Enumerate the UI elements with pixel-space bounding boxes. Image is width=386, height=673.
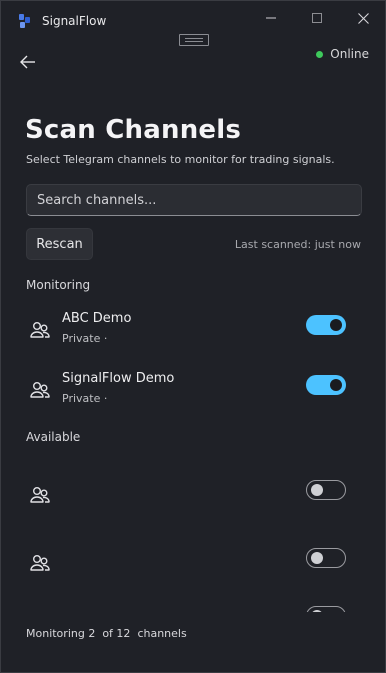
group-icon	[29, 379, 51, 401]
channel-row[interactable]	[26, 476, 362, 520]
summary-count: 2	[88, 627, 96, 640]
channel-name: SignalFlow Demo	[62, 371, 175, 386]
title-bar[interactable]: SignalFlow	[1, 1, 385, 37]
app-logo-icon	[18, 13, 32, 29]
last-scanned-text: Last scanned: just now	[234, 238, 361, 251]
group-icon	[29, 552, 51, 574]
monitor-toggle[interactable]	[306, 375, 346, 395]
section-label-monitoring: Monitoring	[26, 278, 91, 292]
channel-row[interactable]	[26, 602, 362, 612]
back-button[interactable]	[15, 49, 41, 75]
toggle-knob	[311, 552, 323, 564]
summary-total: of 12	[102, 627, 131, 640]
close-button[interactable]	[343, 5, 383, 31]
close-icon	[357, 12, 369, 24]
section-label-available: Available	[26, 430, 81, 444]
toggle-knob	[311, 484, 323, 496]
toggle-knob	[330, 379, 342, 391]
channel-row[interactable]: SignalFlow Demo Private ·	[26, 371, 362, 415]
monitoring-summary: Monitoring 2 of 12 channels	[26, 627, 187, 640]
maximize-icon	[312, 13, 322, 23]
page-title: Scan Channels	[25, 115, 242, 145]
summary-suffix: channels	[137, 627, 187, 640]
group-icon	[29, 610, 51, 612]
minimize-button[interactable]	[251, 5, 291, 31]
arrow-left-icon	[20, 55, 35, 69]
channel-row[interactable]	[26, 544, 362, 588]
app-title: SignalFlow	[42, 14, 107, 28]
summary-prefix: Monitoring	[26, 627, 85, 640]
toggle-knob	[311, 610, 323, 612]
monitor-toggle[interactable]	[306, 606, 346, 612]
rescan-button[interactable]: Rescan	[26, 228, 93, 260]
available-list[interactable]	[1, 456, 385, 612]
maximize-button[interactable]	[297, 5, 337, 31]
monitor-toggle[interactable]	[306, 548, 346, 568]
group-icon	[29, 319, 51, 341]
minimize-icon	[266, 17, 276, 19]
connection-status: Online	[316, 47, 369, 61]
search-input[interactable]	[26, 184, 362, 216]
page-subtitle: Select Telegram channels to monitor for …	[26, 153, 335, 166]
drag-handle[interactable]	[179, 34, 209, 46]
channel-meta: Private ·	[62, 332, 108, 345]
group-icon	[29, 484, 51, 506]
monitor-toggle[interactable]	[306, 480, 346, 500]
channel-meta: Private ·	[62, 392, 108, 405]
status-dot-icon	[316, 50, 324, 58]
monitor-toggle[interactable]	[306, 315, 346, 335]
toggle-knob	[330, 319, 342, 331]
app-window: SignalFlow Online Scan Channels Select T…	[0, 0, 386, 673]
channel-row[interactable]: ABC Demo Private ·	[26, 311, 362, 355]
status-label: Online	[330, 47, 369, 61]
channel-name: ABC Demo	[62, 311, 132, 326]
